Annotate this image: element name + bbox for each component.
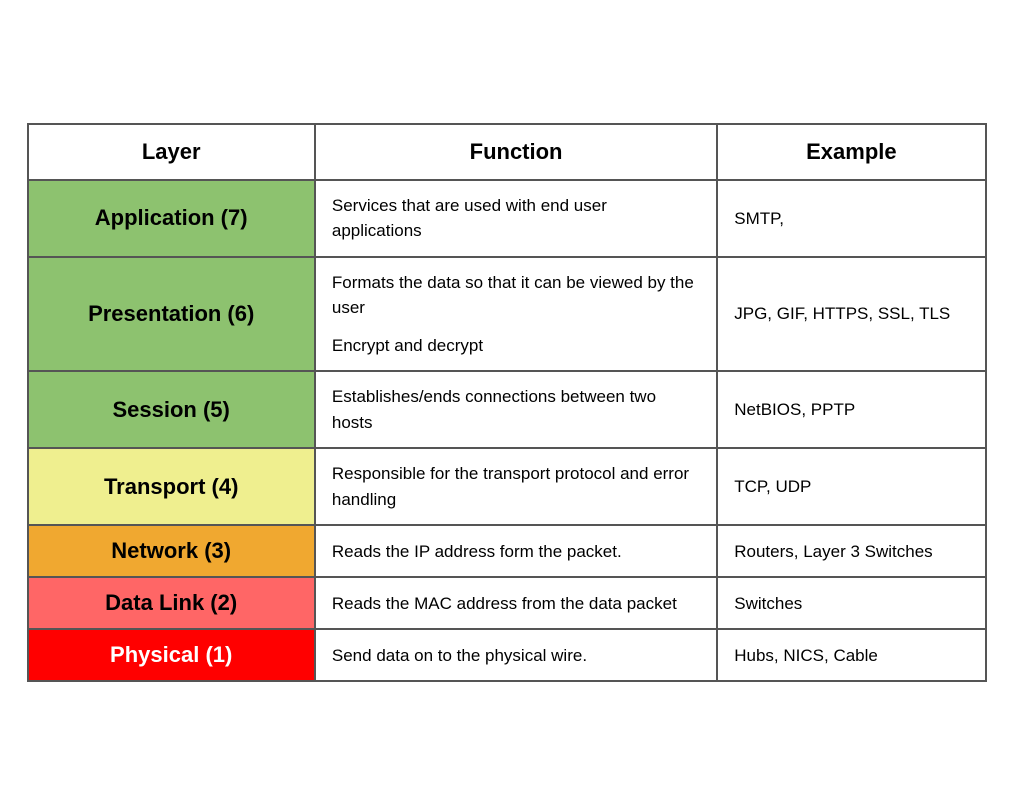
example-cell-app: SMTP, (717, 180, 985, 257)
example-cell-data: Switches (717, 577, 985, 629)
example-cell-net: Routers, Layer 3 Switches (717, 525, 985, 577)
function-cell-phys: Send data on to the physical wire. (315, 629, 717, 681)
header-example: Example (717, 124, 985, 180)
header-function: Function (315, 124, 717, 180)
function-cell-sess: Establishes/ends connections between two… (315, 371, 717, 448)
layer-cell-pres: Presentation (6) (28, 257, 315, 372)
example-cell-sess: NetBIOS, PPTP (717, 371, 985, 448)
example-cell-pres: JPG, GIF, HTTPS, SSL, TLS (717, 257, 985, 372)
header-layer: Layer (28, 124, 315, 180)
table-row-pres: Presentation (6)Formats the data so that… (28, 257, 986, 372)
table-row-sess: Session (5)Establishes/ends connections … (28, 371, 986, 448)
layer-cell-data: Data Link (2) (28, 577, 315, 629)
layer-cell-net: Network (3) (28, 525, 315, 577)
function-cell-net: Reads the IP address form the packet. (315, 525, 717, 577)
page-wrapper: Layer Function Example Application (7)Se… (0, 0, 1013, 805)
function-cell-data: Reads the MAC address from the data pack… (315, 577, 717, 629)
function-cell-trans: Responsible for the transport protocol a… (315, 448, 717, 525)
table-row-app: Application (7)Services that are used wi… (28, 180, 986, 257)
example-cell-phys: Hubs, NICS, Cable (717, 629, 985, 681)
header-row: Layer Function Example (28, 124, 986, 180)
function-cell-pres: Formats the data so that it can be viewe… (315, 257, 717, 372)
table-row-data: Data Link (2)Reads the MAC address from … (28, 577, 986, 629)
function-cell-app: Services that are used with end user app… (315, 180, 717, 257)
table-row-net: Network (3)Reads the IP address form the… (28, 525, 986, 577)
layer-cell-trans: Transport (4) (28, 448, 315, 525)
table-row-phys: Physical (1)Send data on to the physical… (28, 629, 986, 681)
layer-cell-app: Application (7) (28, 180, 315, 257)
osi-table: Layer Function Example Application (7)Se… (27, 123, 987, 683)
table-row-trans: Transport (4)Responsible for the transpo… (28, 448, 986, 525)
layer-cell-phys: Physical (1) (28, 629, 315, 681)
example-cell-trans: TCP, UDP (717, 448, 985, 525)
layer-cell-sess: Session (5) (28, 371, 315, 448)
